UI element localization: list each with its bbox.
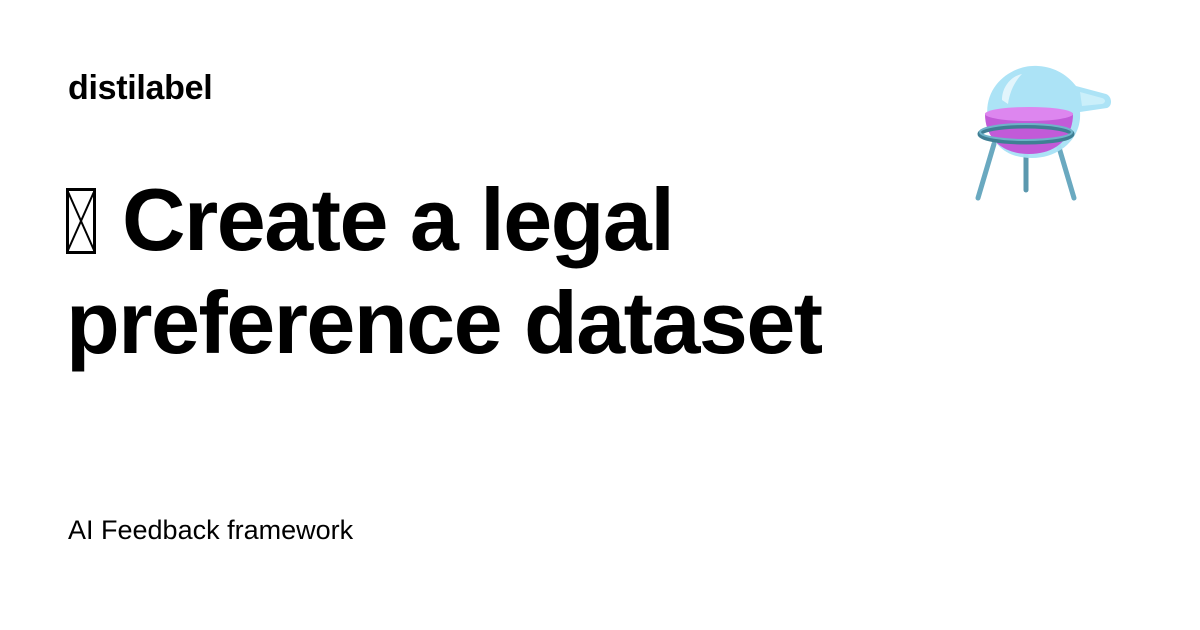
preview-card: distilabel Create a legal preference dat… — [0, 0, 1200, 630]
missing-glyph-icon — [66, 188, 96, 254]
page-title: Create a legal preference dataset — [66, 168, 946, 374]
site-name: distilabel — [68, 69, 213, 107]
page-title-text: Create a legal preference dataset — [66, 170, 823, 372]
tagline: AI Feedback framework — [68, 515, 354, 545]
flask-on-stand-icon — [975, 65, 1112, 201]
